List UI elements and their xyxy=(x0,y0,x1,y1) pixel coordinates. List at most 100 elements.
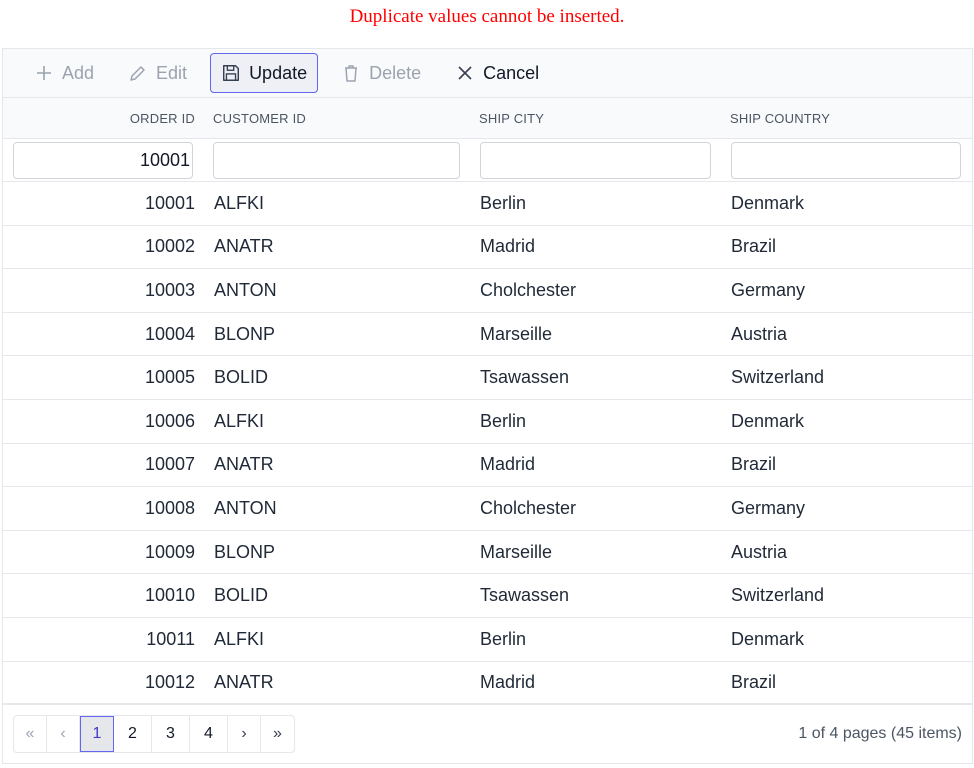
edit-button[interactable]: Edit xyxy=(117,53,198,93)
cell-ship-city: Cholchester xyxy=(480,497,577,518)
cell-order-id: 10004 xyxy=(144,323,195,344)
cell-order-id: 10008 xyxy=(144,497,195,518)
cell-ship-country: Denmark xyxy=(731,628,805,649)
cell-ship-city: Berlin xyxy=(480,410,527,431)
column-header-order-id[interactable]: ORDER ID xyxy=(3,111,203,126)
cell-ship-city: Marseille xyxy=(480,323,553,344)
cell-ship-city: Madrid xyxy=(480,672,536,693)
pager: « ‹ 1 2 3 4 › » 1 of 4 pages (45 items) xyxy=(3,703,972,763)
customer-id-input[interactable] xyxy=(213,141,460,179)
edit-label: Edit xyxy=(156,62,188,83)
cell-ship-city: Marseille xyxy=(480,541,553,562)
cell-customer-id: ANATR xyxy=(214,672,274,693)
cell-ship-country: Switzerland xyxy=(731,585,825,606)
cell-order-id: 10003 xyxy=(144,279,195,300)
cell-customer-id: ANATR xyxy=(214,454,274,475)
column-header-customer-id[interactable]: CUSTOMER ID xyxy=(203,111,469,126)
cell-customer-id: BOLID xyxy=(214,585,269,606)
table-row[interactable]: 10003 ANTON Cholchester Germany xyxy=(3,269,972,313)
cell-customer-id: BLONP xyxy=(214,323,276,344)
cell-order-id: 10012 xyxy=(144,672,195,693)
cell-order-id: 10001 xyxy=(144,192,195,213)
table-row[interactable]: 10012 ANATR Madrid Brazil xyxy=(3,662,972,706)
cell-ship-country: Denmark xyxy=(731,410,805,431)
table-row[interactable]: 10006 ALFKI Berlin Denmark xyxy=(3,400,972,444)
ship-country-input[interactable] xyxy=(731,141,961,179)
page-button-1[interactable]: 1 xyxy=(80,715,114,752)
cell-customer-id: ANTON xyxy=(214,497,277,518)
data-grid: Add Edit Update Delete Cancel ORDER ID C… xyxy=(2,48,973,764)
table-row[interactable]: 10007 ANATR Madrid Brazil xyxy=(3,444,972,488)
prev-page-button[interactable]: ‹ xyxy=(47,715,80,752)
table-row[interactable]: 10011 ALFKI Berlin Denmark xyxy=(3,618,972,662)
pager-info: 1 of 4 pages (45 items) xyxy=(798,724,962,742)
cell-customer-id: ANATR xyxy=(214,236,274,257)
cell-ship-country: Germany xyxy=(731,497,806,518)
cell-ship-city: Madrid xyxy=(480,454,536,475)
page-button-3[interactable]: 3 xyxy=(152,715,190,752)
cell-order-id: 10006 xyxy=(144,410,195,431)
table-row[interactable]: 10010 BOLID Tsawassen Switzerland xyxy=(3,574,972,618)
cell-customer-id: ANTON xyxy=(214,279,277,300)
ship-city-input[interactable] xyxy=(480,141,711,179)
cell-order-id: 10009 xyxy=(144,541,195,562)
delete-button[interactable]: Delete xyxy=(330,53,432,93)
cell-order-id: 10002 xyxy=(144,236,195,257)
cell-ship-country: Denmark xyxy=(731,192,805,213)
grid-header: ORDER ID CUSTOMER ID SHIP CITY SHIP COUN… xyxy=(3,98,972,139)
first-page-button[interactable]: « xyxy=(14,715,47,752)
cell-ship-country: Brazil xyxy=(731,454,777,475)
add-label: Add xyxy=(62,62,95,83)
cell-ship-country: Brazil xyxy=(731,672,777,693)
grid-body: 10001 ALFKI Berlin Denmark 10002 ANATR Madrid B… xyxy=(3,182,972,706)
error-message: Duplicate values cannot be inserted. xyxy=(349,6,625,27)
order-id-input[interactable] xyxy=(13,141,193,179)
pager-buttons: « ‹ 1 2 3 4 › » xyxy=(13,714,295,753)
cell-customer-id: ALFKI xyxy=(214,628,265,649)
cell-customer-id: ALFKI xyxy=(214,410,265,431)
table-row[interactable]: 10009 BLONP Marseille Austria xyxy=(3,531,972,575)
edit-row xyxy=(3,139,972,182)
cell-customer-id: BOLID xyxy=(214,367,269,388)
update-button[interactable]: Update xyxy=(210,53,319,93)
cancel-button[interactable]: Cancel xyxy=(444,53,550,93)
cell-ship-city: Tsawassen xyxy=(480,367,570,388)
next-page-button[interactable]: › xyxy=(228,715,261,752)
cancel-label: Cancel xyxy=(483,62,540,83)
cell-order-id: 10007 xyxy=(144,454,195,475)
table-row[interactable]: 10005 BOLID Tsawassen Switzerland xyxy=(3,356,972,400)
plus-icon xyxy=(34,63,54,83)
cell-ship-city: Berlin xyxy=(480,628,527,649)
column-header-ship-city[interactable]: SHIP CITY xyxy=(469,111,720,126)
cell-order-id: 10005 xyxy=(144,367,195,388)
cell-ship-country: Brazil xyxy=(731,236,777,257)
cell-order-id: 10011 xyxy=(146,628,195,649)
cell-customer-id: ALFKI xyxy=(214,192,265,213)
table-row[interactable]: 10008 ANTON Cholchester Germany xyxy=(3,487,972,531)
add-button[interactable]: Add xyxy=(23,53,105,93)
cell-ship-city: Tsawassen xyxy=(480,585,570,606)
trash-icon xyxy=(341,63,361,83)
cell-ship-city: Madrid xyxy=(480,236,536,257)
cell-customer-id: BLONP xyxy=(214,541,276,562)
cell-ship-city: Berlin xyxy=(480,192,527,213)
page-button-4[interactable]: 4 xyxy=(190,715,228,752)
cell-ship-country: Germany xyxy=(731,279,806,300)
column-header-ship-country[interactable]: SHIP COUNTRY xyxy=(720,111,972,126)
cell-ship-country: Switzerland xyxy=(731,367,825,388)
pencil-icon xyxy=(128,63,148,83)
delete-label: Delete xyxy=(369,62,422,83)
page-button-2[interactable]: 2 xyxy=(114,715,152,752)
cell-ship-country: Austria xyxy=(731,323,788,344)
close-icon xyxy=(455,63,475,83)
toolbar: Add Edit Update Delete Cancel xyxy=(3,49,972,98)
table-row[interactable]: 10004 BLONP Marseille Austria xyxy=(3,313,972,357)
last-page-button[interactable]: » xyxy=(261,716,294,752)
cell-ship-city: Cholchester xyxy=(480,279,577,300)
save-icon xyxy=(221,63,241,83)
cell-ship-country: Austria xyxy=(731,541,788,562)
table-row[interactable]: 10002 ANATR Madrid Brazil xyxy=(3,226,972,270)
table-row[interactable]: 10001 ALFKI Berlin Denmark xyxy=(3,182,972,226)
update-label: Update xyxy=(249,62,308,83)
cell-order-id: 10010 xyxy=(144,585,195,606)
